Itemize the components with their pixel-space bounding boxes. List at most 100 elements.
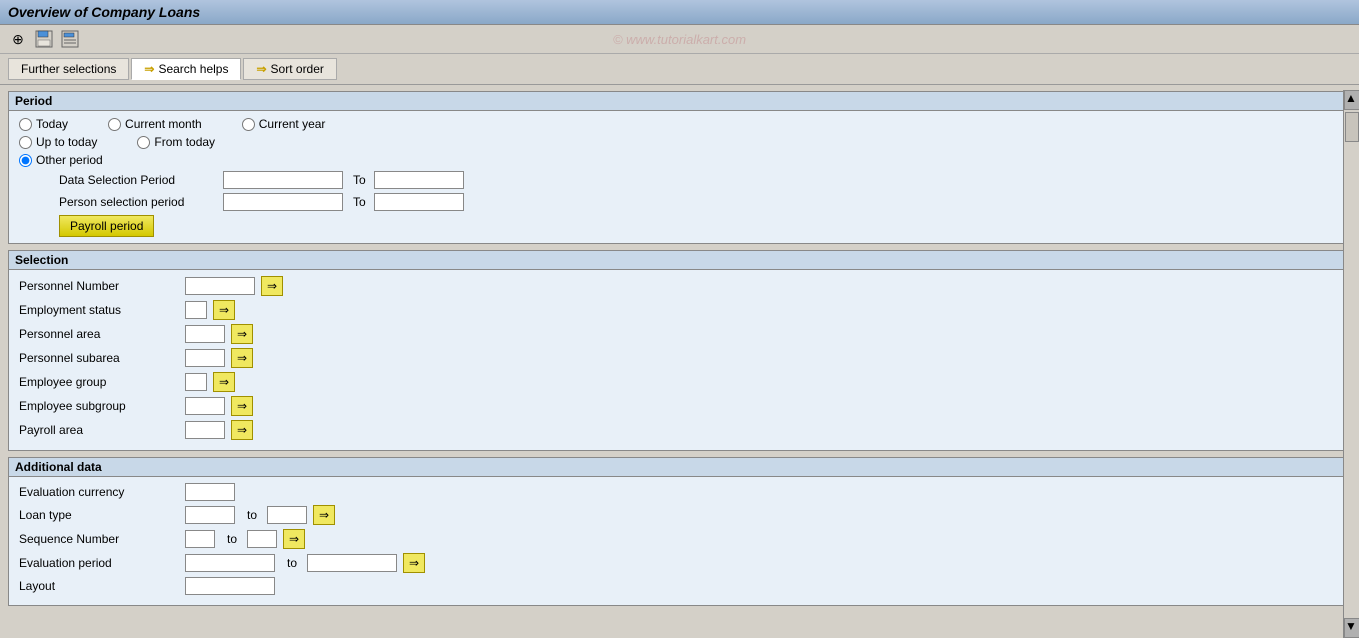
radio-today[interactable]: Today — [19, 117, 68, 131]
employment-status-row: Employment status ⇒ — [19, 300, 1340, 320]
radio-current-month[interactable]: Current month — [108, 117, 202, 131]
payroll-area-row: Payroll area ⇒ — [19, 420, 1340, 440]
loan-type-row: Loan type to ⇒ — [19, 505, 1340, 525]
radio-other-period-label: Other period — [36, 153, 103, 167]
page-title: Overview of Company Loans — [8, 4, 200, 20]
personnel-area-input[interactable] — [185, 325, 225, 343]
period-section: Period Today Current month Current year — [8, 91, 1351, 244]
tab-search-helps-arrow: ⇒ — [144, 62, 154, 76]
tab-sort-order[interactable]: ⇒ Sort order — [243, 58, 336, 80]
personnel-subarea-row: Personnel subarea ⇒ — [19, 348, 1340, 368]
employee-group-arrow-btn[interactable]: ⇒ — [213, 372, 235, 392]
tab-further-selections[interactable]: Further selections — [8, 58, 129, 80]
payroll-period-button[interactable]: Payroll period — [59, 215, 154, 237]
radio-from-today[interactable]: From today — [137, 135, 215, 149]
loan-type-from-input[interactable] — [185, 506, 235, 524]
additional-data-title: Additional data — [9, 458, 1350, 477]
tab-bar: Further selections ⇒ Search helps ⇒ Sort… — [0, 54, 1359, 85]
employment-status-input[interactable] — [185, 301, 207, 319]
payroll-area-arrow-btn[interactable]: ⇒ — [231, 420, 253, 440]
evaluation-period-label: Evaluation period — [19, 556, 179, 570]
personnel-subarea-label: Personnel subarea — [19, 351, 179, 365]
radio-current-year-label: Current year — [259, 117, 326, 131]
personnel-area-label: Personnel area — [19, 327, 179, 341]
radio-current-month-input[interactable] — [108, 118, 121, 131]
selection-section-title: Selection — [9, 251, 1350, 270]
data-selection-to-input[interactable] — [374, 171, 464, 189]
evaluation-period-to-label: to — [287, 556, 297, 570]
employment-status-label: Employment status — [19, 303, 179, 317]
data-selection-label: Data Selection Period — [59, 173, 219, 187]
watermark: © www.tutorialkart.com — [613, 32, 746, 47]
evaluation-currency-row: Evaluation currency — [19, 483, 1340, 501]
radio-other-period-input[interactable] — [19, 154, 32, 167]
person-selection-period-row: Person selection period To — [19, 193, 1340, 211]
personnel-number-input[interactable] — [185, 277, 255, 295]
sequence-number-to-input[interactable] — [247, 530, 277, 548]
radio-current-year-input[interactable] — [242, 118, 255, 131]
data-selection-from-input[interactable] — [223, 171, 343, 189]
tab-further-selections-label: Further selections — [21, 62, 116, 76]
evaluation-currency-input[interactable] — [185, 483, 235, 501]
scrollbar[interactable]: ▲ ▼ — [1343, 90, 1359, 638]
save-icon[interactable] — [34, 29, 54, 49]
period-section-content: Today Current month Current year Up to t… — [9, 111, 1350, 243]
radio-from-today-input[interactable] — [137, 136, 150, 149]
evaluation-period-from-input[interactable] — [185, 554, 275, 572]
personnel-subarea-input[interactable] — [185, 349, 225, 367]
personnel-subarea-arrow-btn[interactable]: ⇒ — [231, 348, 253, 368]
employee-subgroup-input[interactable] — [185, 397, 225, 415]
personnel-area-row: Personnel area ⇒ — [19, 324, 1340, 344]
evaluation-period-to-input[interactable] — [307, 554, 397, 572]
person-selection-from-input[interactable] — [223, 193, 343, 211]
radio-up-to-today[interactable]: Up to today — [19, 135, 97, 149]
local-icon[interactable] — [60, 29, 80, 49]
employee-subgroup-row: Employee subgroup ⇒ — [19, 396, 1340, 416]
person-selection-to-input[interactable] — [374, 193, 464, 211]
employee-group-label: Employee group — [19, 375, 179, 389]
evaluation-period-row: Evaluation period to ⇒ — [19, 553, 1340, 573]
radio-other-period[interactable]: Other period — [19, 153, 103, 167]
radio-today-label: Today — [36, 117, 68, 131]
sequence-number-arrow-btn[interactable]: ⇒ — [283, 529, 305, 549]
payroll-btn-row: Payroll period — [19, 215, 1340, 237]
period-radio-row1: Today Current month Current year — [19, 117, 1340, 131]
personnel-number-row: Personnel Number ⇒ — [19, 276, 1340, 296]
tab-search-helps-label: Search helps — [158, 62, 228, 76]
main-content: Period Today Current month Current year — [0, 85, 1359, 633]
employment-status-arrow-btn[interactable]: ⇒ — [213, 300, 235, 320]
layout-label: Layout — [19, 579, 179, 593]
title-bar: Overview of Company Loans — [0, 0, 1359, 25]
loan-type-to-input[interactable] — [267, 506, 307, 524]
employee-group-row: Employee group ⇒ — [19, 372, 1340, 392]
selection-section-content: Personnel Number ⇒ Employment status ⇒ P… — [9, 270, 1350, 450]
layout-input[interactable] — [185, 577, 275, 595]
loan-type-arrow-btn[interactable]: ⇒ — [313, 505, 335, 525]
radio-today-input[interactable] — [19, 118, 32, 131]
personnel-area-arrow-btn[interactable]: ⇒ — [231, 324, 253, 344]
employee-group-input[interactable] — [185, 373, 207, 391]
payroll-area-input[interactable] — [185, 421, 225, 439]
person-selection-label: Person selection period — [59, 195, 219, 209]
data-selection-to-label: To — [353, 173, 366, 187]
period-section-title: Period — [9, 92, 1350, 111]
tab-sort-order-label: Sort order — [271, 62, 324, 76]
period-radio-row3: Other period — [19, 153, 1340, 167]
employee-subgroup-arrow-btn[interactable]: ⇒ — [231, 396, 253, 416]
radio-from-today-label: From today — [154, 135, 215, 149]
sequence-number-row: Sequence Number to ⇒ — [19, 529, 1340, 549]
radio-current-year[interactable]: Current year — [242, 117, 326, 131]
evaluation-period-arrow-btn[interactable]: ⇒ — [403, 553, 425, 573]
sequence-number-from-input[interactable] — [185, 530, 215, 548]
radio-current-month-label: Current month — [125, 117, 202, 131]
loan-type-to-label: to — [247, 508, 257, 522]
sequence-number-label: Sequence Number — [19, 532, 179, 546]
employee-subgroup-label: Employee subgroup — [19, 399, 179, 413]
personnel-number-label: Personnel Number — [19, 279, 179, 293]
personnel-number-arrow-btn[interactable]: ⇒ — [261, 276, 283, 296]
additional-data-section: Additional data Evaluation currency Loan… — [8, 457, 1351, 606]
radio-up-to-today-input[interactable] — [19, 136, 32, 149]
tab-search-helps[interactable]: ⇒ Search helps — [131, 58, 241, 80]
back-icon[interactable]: ⊕ — [8, 29, 28, 49]
toolbar: ⊕ © www.tutorialkart.com — [0, 25, 1359, 54]
